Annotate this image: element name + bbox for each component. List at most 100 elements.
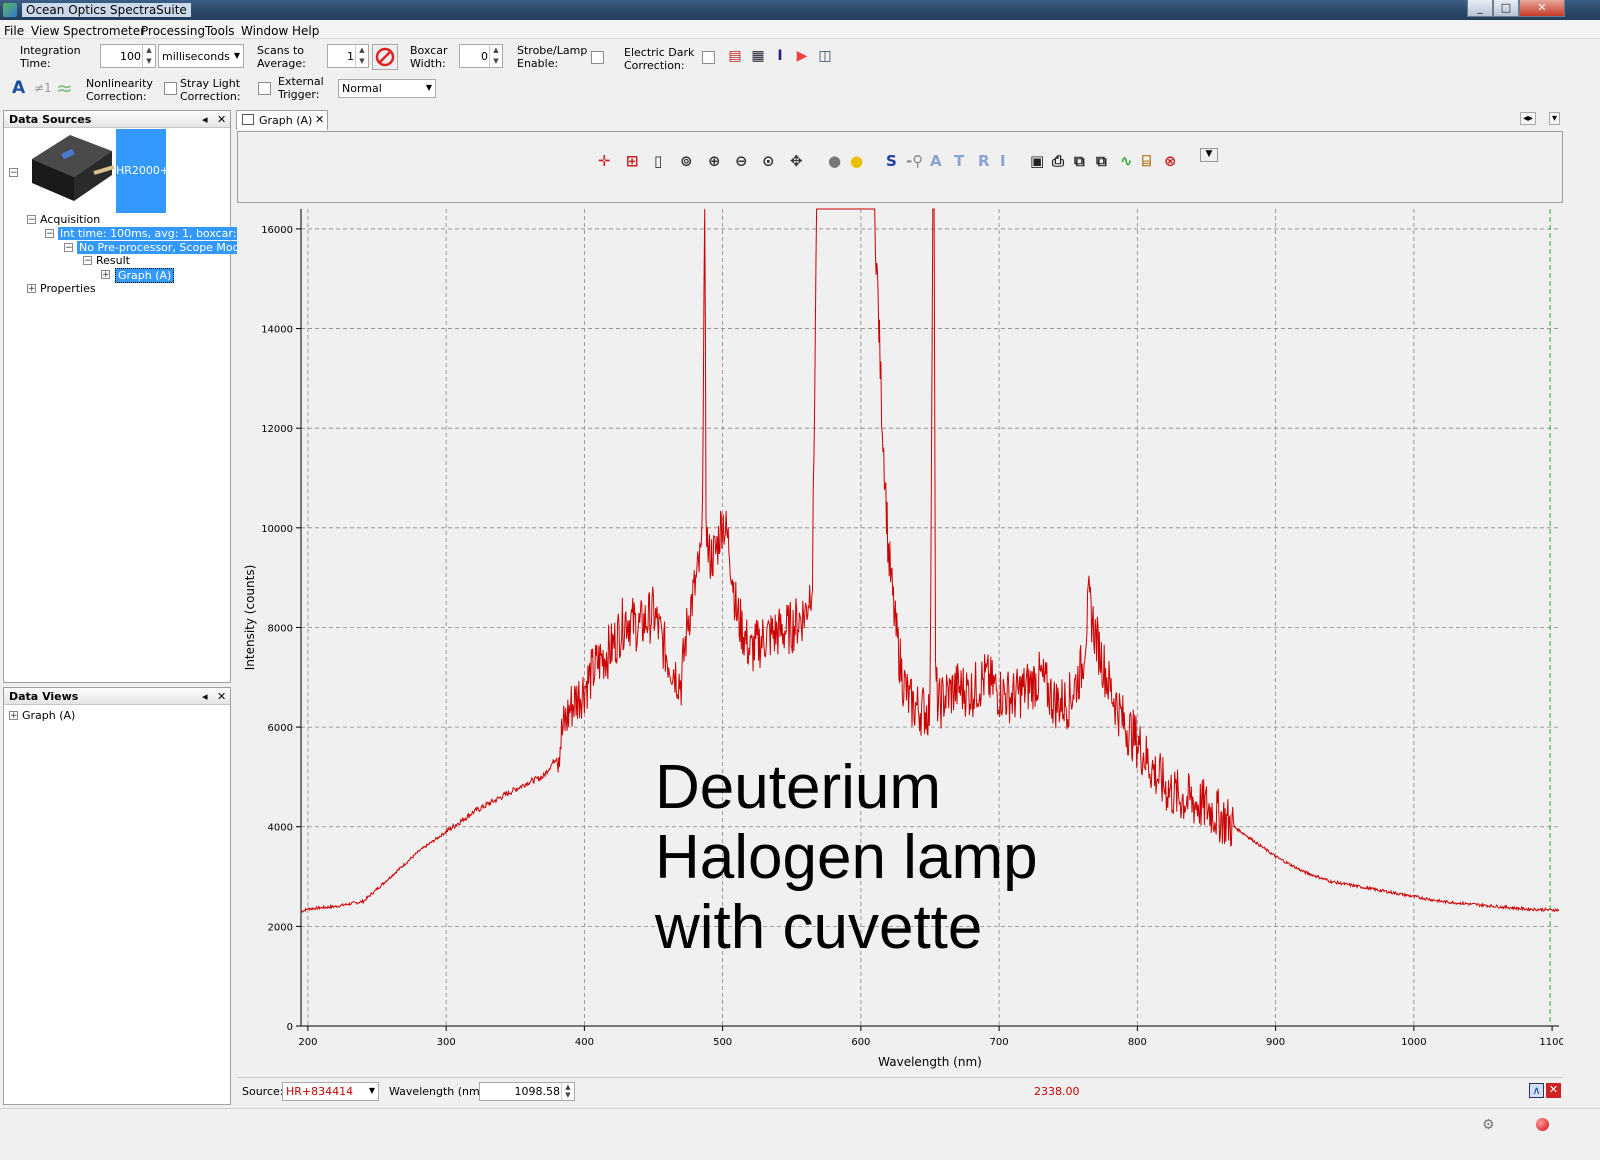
boxcar-width-label: Boxcar Width:: [410, 44, 448, 70]
not-equal-icon[interactable]: ≠1: [34, 81, 52, 95]
transmission-icon[interactable]: T: [954, 152, 964, 170]
boxcar-width-spinner[interactable]: 0 ▲ ▼: [459, 44, 503, 68]
device-label[interactable]: HR2000+: [116, 129, 169, 213]
spectrum-chart[interactable]: 200 300 400 500 600 700 800 900 1000 1100 0 2000 40…: [237, 203, 1563, 1077]
irradiance-icon[interactable]: I: [1000, 152, 1006, 170]
print-icon[interactable]: ⎙: [1052, 152, 1064, 170]
nonlinearity-checkbox[interactable]: [164, 82, 177, 95]
strobe-lamp-checkbox[interactable]: [591, 51, 604, 64]
stray-light-label: Stray Light Correction:: [180, 77, 241, 103]
units-dropdown[interactable]: milliseconds ▼: [158, 44, 244, 68]
panel-minimize-icon[interactable]: ◂: [202, 113, 208, 126]
wavelength-label: Wavelength (nm):: [389, 1085, 488, 1098]
graph-view-icon[interactable]: ▤: [726, 47, 744, 65]
overlay-spectrum-icon[interactable]: ∿: [1120, 152, 1133, 170]
editor-tab-bar: Graph (A) ✕ ◂▸ ▾: [236, 110, 1566, 130]
scans-to-average-spinner[interactable]: 1 ▲ ▼: [327, 44, 369, 68]
chart-status-bar: Source: HR+834414 ▼ Wavelength (nm): 1098…: [237, 1077, 1563, 1105]
export-icon[interactable]: ⌸: [1142, 152, 1151, 170]
tree-toggle[interactable]: +: [9, 711, 18, 721]
tree-toggle[interactable]: −: [45, 229, 54, 239]
zoom-reset-icon[interactable]: ⊙: [762, 152, 775, 170]
wavelength-spinner[interactable]: 1098.58 ▲ ▼: [479, 1082, 575, 1101]
scans-to-average-label: Scans to Average:: [257, 44, 306, 70]
wave-icon[interactable]: ≈: [56, 76, 73, 100]
zoom-out-icon[interactable]: ⊖: [735, 152, 748, 170]
y-tick-label: 8000: [268, 623, 293, 634]
crosshair-icon[interactable]: ✛: [598, 152, 611, 170]
delete-overlay-icon[interactable]: ⊗: [1164, 152, 1177, 170]
title-bar: Ocean Optics SpectraSuite _ □ ✕: [0, 0, 1600, 20]
menu-processing[interactable]: Processing: [141, 24, 205, 38]
acquisition-status-icon[interactable]: [1536, 1118, 1549, 1131]
color-view-icon[interactable]: ▶: [793, 47, 811, 65]
tree-toggle[interactable]: −: [27, 215, 36, 225]
menu-view[interactable]: View: [31, 24, 59, 38]
panel-close-icon[interactable]: ✕: [217, 113, 226, 126]
dark-mode-icon[interactable]: -⚲: [906, 152, 923, 170]
tree-result[interactable]: Result: [96, 254, 130, 267]
menu-help[interactable]: Help: [292, 24, 319, 38]
y-tick-label: 2000: [268, 922, 293, 933]
tree-toggle[interactable]: −: [64, 243, 73, 253]
zoom-vertical-icon[interactable]: ▯: [654, 152, 662, 170]
stray-light-checkbox[interactable]: [258, 82, 271, 95]
stop-button[interactable]: [372, 44, 398, 70]
y-tick-label: 4000: [268, 823, 293, 834]
peak-icon[interactable]: ∧: [1529, 1083, 1544, 1098]
panel-close-icon[interactable]: ✕: [217, 690, 226, 703]
reflection-icon[interactable]: R: [978, 152, 990, 170]
tree-acq-settings[interactable]: Int time: 100ms, avg: 1, boxcar: 0: [58, 227, 249, 240]
tree-toggle[interactable]: +: [101, 270, 110, 280]
scope-mode-icon[interactable]: S: [886, 152, 897, 170]
pan-icon[interactable]: ✥: [790, 152, 803, 170]
tree-acquisition[interactable]: Acquisition: [40, 213, 100, 226]
spectrometer-device-image: [32, 135, 115, 201]
source-dropdown[interactable]: HR+834414 ▼: [282, 1082, 379, 1101]
tree-properties[interactable]: Properties: [40, 282, 96, 295]
y-tick-label: 14000: [261, 325, 293, 336]
tree-toggle[interactable]: −: [9, 168, 18, 178]
trigger-mode-dropdown[interactable]: Normal ▼: [338, 79, 436, 98]
overlay-view-icon[interactable]: ◫: [816, 47, 834, 65]
data-views-header: Data Views ◂ ✕: [4, 688, 230, 705]
menu-window[interactable]: Window: [241, 24, 288, 38]
x-tick-label: 900: [1266, 1037, 1285, 1048]
clear-icon[interactable]: ✕: [1546, 1083, 1561, 1098]
tree-toggle[interactable]: −: [83, 256, 92, 266]
panel-minimize-icon[interactable]: ◂: [202, 690, 208, 703]
bulb-on-icon[interactable]: ●: [850, 152, 863, 170]
copy-icon[interactable]: ⧉: [1074, 152, 1085, 170]
text-view-icon[interactable]: I: [771, 47, 789, 65]
menu-file[interactable]: File: [4, 24, 24, 38]
save-icon[interactable]: ▣: [1030, 152, 1044, 170]
zoom-in-icon[interactable]: ⊕: [708, 152, 721, 170]
toolbar-more-icon[interactable]: ▼: [1200, 148, 1218, 162]
tab-list-icon[interactable]: ▾: [1549, 112, 1561, 125]
integration-time-spinner[interactable]: 100 ▲ ▼: [100, 44, 156, 68]
table-view-icon[interactable]: ▦: [749, 47, 767, 65]
graph-tab-icon: [242, 114, 254, 125]
tab-scroll-icon[interactable]: ◂▸: [1520, 112, 1537, 125]
views-graph-item[interactable]: Graph (A): [22, 709, 75, 722]
zoom-fit-icon[interactable]: ⊚: [680, 152, 693, 170]
tab-graph[interactable]: Graph (A) ✕: [236, 110, 328, 130]
copy-graph-icon[interactable]: ⧉: [1096, 152, 1107, 170]
tree-processor[interactable]: No Pre-processor, Scope Mode: [77, 241, 249, 254]
tab-close-icon[interactable]: ✕: [315, 113, 324, 126]
gear-icon[interactable]: ⚙: [1482, 1117, 1495, 1133]
x-tick-label: 300: [437, 1037, 456, 1048]
tree-toggle[interactable]: +: [27, 284, 36, 294]
tree-graph[interactable]: Graph (A): [115, 268, 175, 283]
bulb-off-icon[interactable]: ●: [828, 152, 841, 170]
minimize-button[interactable]: _: [1467, 0, 1493, 17]
menu-tools[interactable]: Tools: [205, 24, 235, 38]
absorbance-icon[interactable]: A: [930, 152, 942, 170]
strobe-lamp-label: Strobe/Lamp Enable:: [517, 44, 588, 70]
electric-dark-checkbox[interactable]: [702, 51, 715, 64]
maximize-button[interactable]: □: [1493, 0, 1519, 17]
zoom-box-icon[interactable]: ⊞: [626, 152, 639, 170]
menu-spectrometer[interactable]: Spectrometer: [63, 24, 145, 38]
a-icon[interactable]: A: [12, 78, 25, 98]
close-button[interactable]: ✕: [1519, 0, 1565, 17]
